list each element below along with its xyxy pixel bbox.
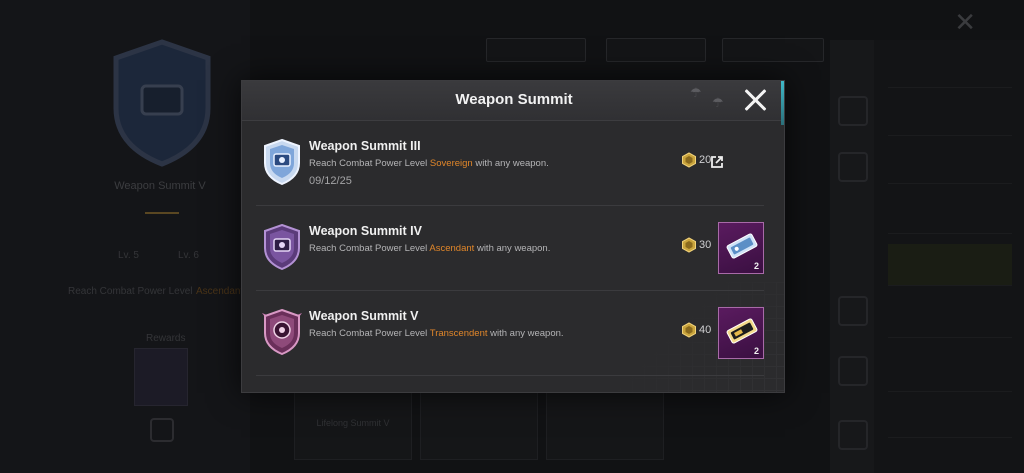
background-reward-thumbnail [134, 348, 188, 406]
achievement-description: Reach Combat Power Level Transcendent wi… [309, 328, 564, 339]
background-rail-icon [838, 296, 868, 326]
background-hint-text: Reach Combat Power Level [68, 286, 193, 297]
background-reward-icon [150, 418, 174, 442]
achievement-list: Weapon Summit III Reach Combat Power Lev… [242, 121, 784, 376]
purple-shield-badge-icon [264, 224, 300, 270]
achievement-date: 09/12/25 [309, 175, 352, 187]
achievement-description: Reach Combat Power Level Sovereign with … [309, 158, 549, 169]
weapon-summit-dialog: ☂ ☂ Weapon Summit Weapon Summit III Reac… [241, 80, 785, 393]
background-rail-icon [838, 96, 868, 126]
achievement-row: Weapon Summit III Reach Combat Power Lev… [256, 121, 764, 206]
points-value: 30 [699, 239, 712, 251]
blue-ticket-icon [726, 233, 758, 259]
background-card [420, 388, 538, 460]
background-filter-2 [606, 38, 706, 62]
gold-ticket-icon [726, 318, 758, 344]
achievement-row: Weapon Summit V Reach Combat Power Level… [256, 291, 764, 376]
background-progress-left: Lv. 5 [118, 250, 139, 261]
background-filter-3 [722, 38, 824, 62]
reward-item-card[interactable]: 2 [718, 222, 764, 274]
background-hint-highlight: Ascendant [196, 286, 244, 297]
background-menu-item [888, 396, 1012, 438]
background-progress-right: Lv. 6 [178, 250, 199, 261]
points-coin-icon [682, 322, 696, 338]
background-menu-item [888, 192, 1012, 234]
background-menu-item [888, 94, 1012, 136]
achievement-title: Weapon Summit V [309, 309, 419, 323]
pink-shield-badge-icon [262, 309, 302, 355]
background-close-icon: ✕ [954, 8, 976, 38]
external-link-icon[interactable] [710, 155, 724, 169]
points-coin-icon [682, 237, 696, 253]
background-menu-item [888, 142, 1012, 184]
background-rail-icon [838, 420, 868, 450]
background-badge-name: Weapon Summit V [114, 180, 206, 192]
close-button[interactable] [742, 87, 768, 113]
achievement-title: Weapon Summit IV [309, 224, 422, 238]
background-menu-item [888, 350, 1012, 392]
points-coin-icon [682, 152, 696, 168]
background-card [546, 388, 664, 460]
background-menu-item [888, 244, 1012, 286]
item-count: 2 [753, 261, 759, 271]
silver-blue-shield-badge-icon [264, 139, 300, 185]
background-rewards-label: Rewards [146, 333, 186, 344]
background-rail-icon [838, 152, 868, 182]
background-menu-item [888, 296, 1012, 338]
achievement-description: Reach Combat Power Level Ascendant with … [309, 243, 551, 254]
achievement-title: Weapon Summit III [309, 139, 421, 153]
points-value: 40 [699, 324, 712, 336]
background-filter-1 [486, 38, 586, 62]
background-shield-badge-icon [113, 39, 211, 167]
item-count: 2 [753, 346, 759, 356]
background-menu-item [888, 46, 1012, 88]
background-card-label: Lifelong Summit V [316, 418, 390, 428]
background-right-menu [874, 40, 1024, 473]
background-rail-icon [838, 356, 868, 386]
achievement-row: Weapon Summit IV Reach Combat Power Leve… [256, 206, 764, 291]
reward-item-card[interactable]: 2 [718, 307, 764, 359]
dialog-title: Weapon Summit [455, 91, 573, 108]
background-divider [145, 212, 179, 214]
